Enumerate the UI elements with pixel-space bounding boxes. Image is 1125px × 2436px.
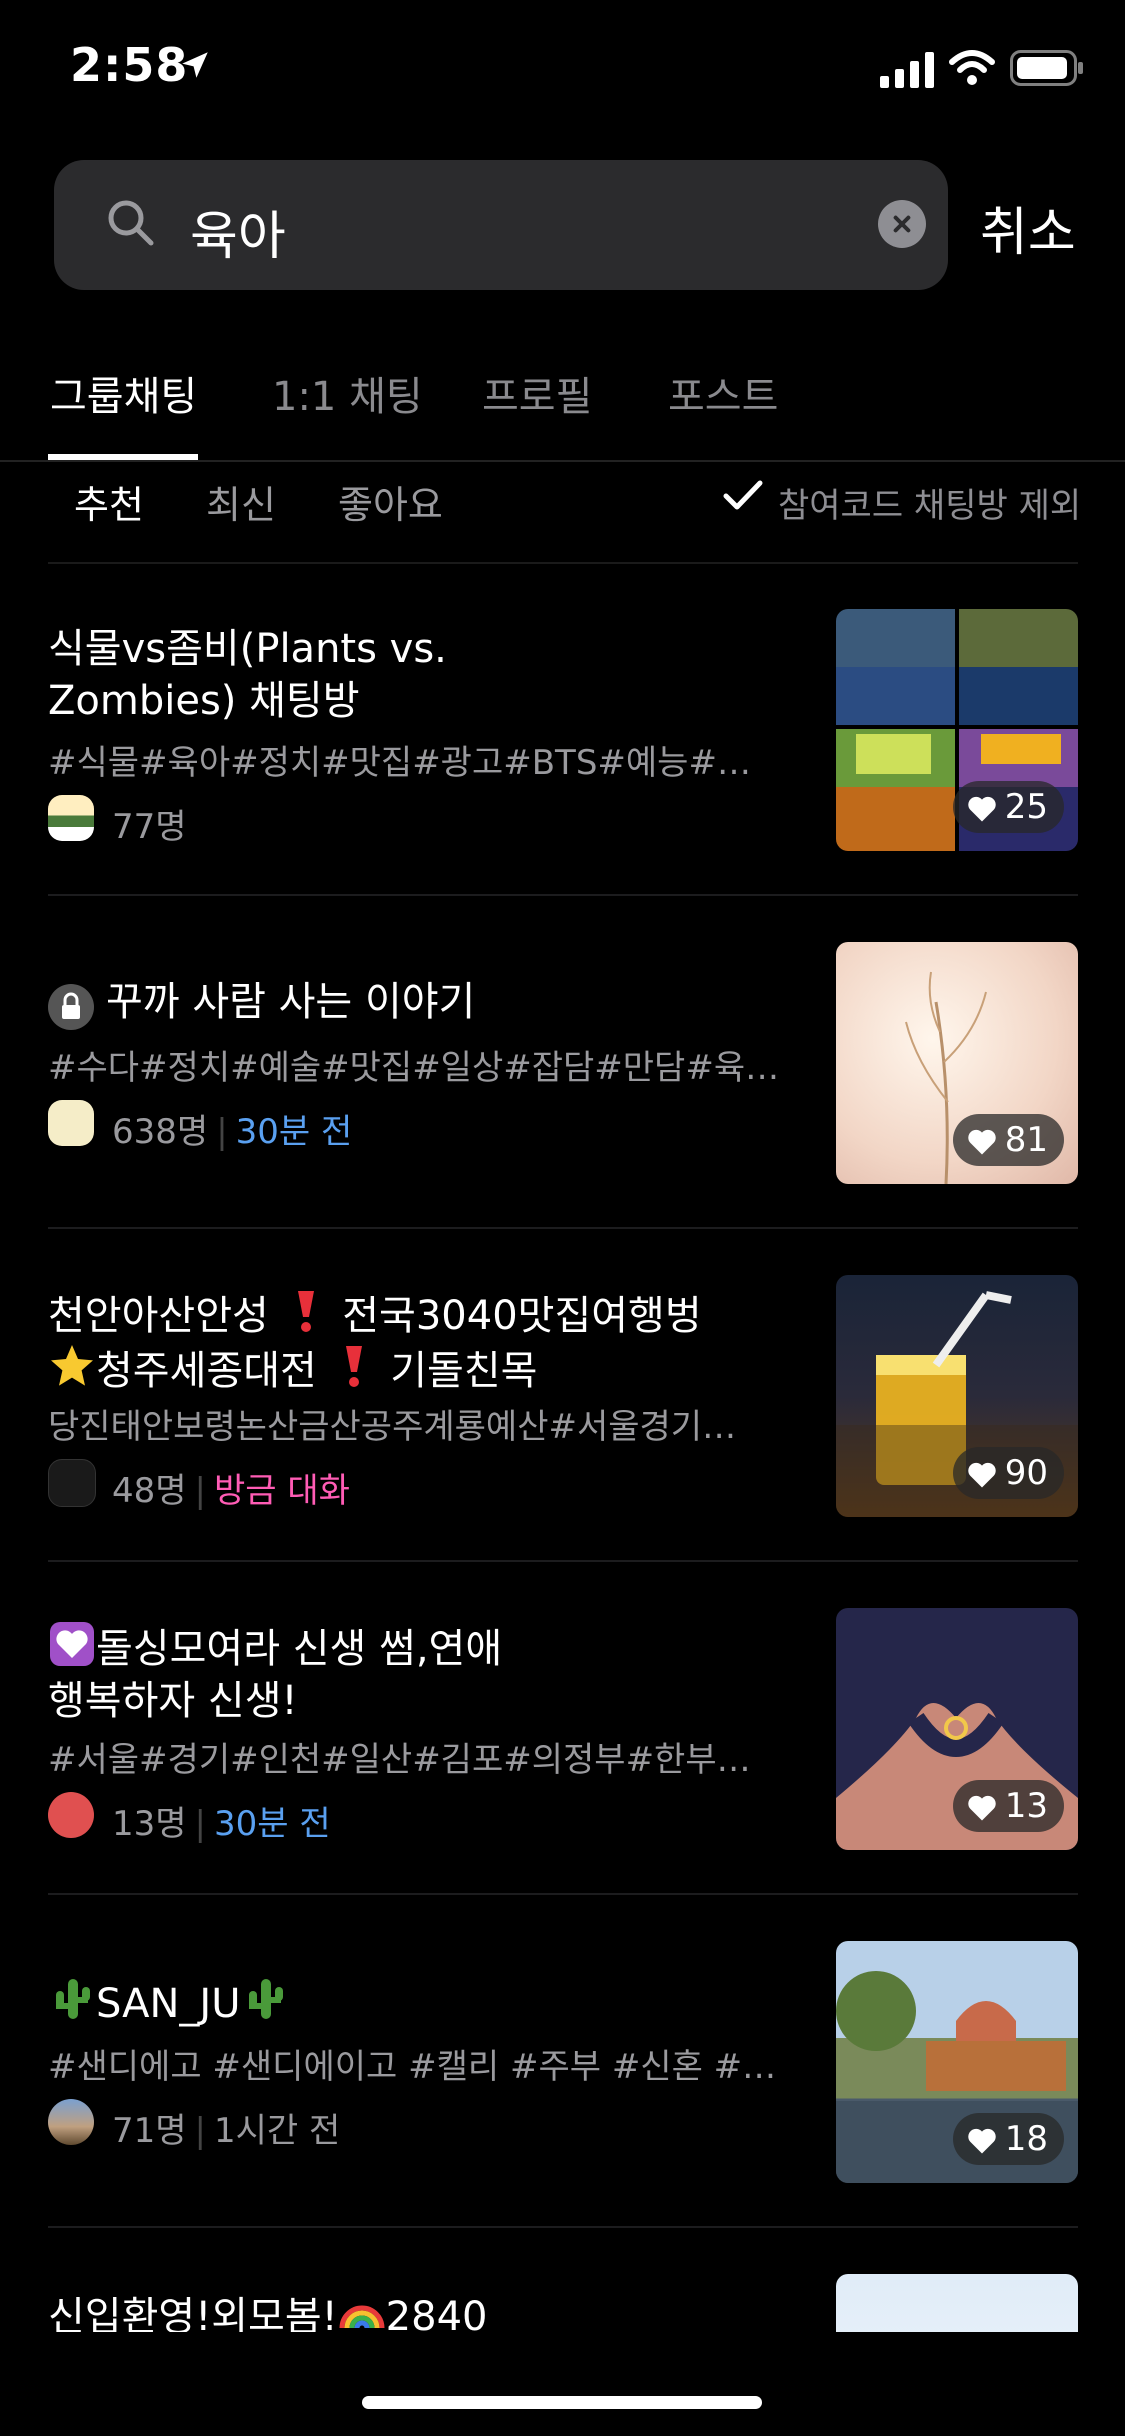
avatar [48,795,94,841]
heart-icon [968,1129,996,1154]
room-title: SAN_JU [48,1975,788,2030]
member-count: 77명 [112,807,187,847]
status-bar: 2:58 [0,0,1125,140]
member-count: 638명 [112,1112,209,1152]
purple-heart-icon [50,1622,94,1666]
room-thumbnail: 13 [836,1608,1078,1850]
room-title: 천안아산안성 전국3040맛집여행벙 청주세종대전 기돌친목 [48,1287,788,1397]
room-thumbnail [836,2274,1078,2332]
room-tags: #샌디에고 #샌디에이고 #캘리 #주부 #신혼 #… [48,2047,777,2087]
exclude-code-rooms-toggle[interactable]: 참여코드 채팅방 제외 [778,478,1081,527]
last-active-time: 30분 전 [214,1804,331,1844]
rainbow-icon [339,2305,385,2329]
filter-bar: 추천 최신 좋아요 참여코드 채팅방 제외 [0,468,1125,564]
filter-latest[interactable]: 최신 [206,474,276,529]
heart-icon [968,1462,996,1487]
member-count: 13명 [112,1804,187,1844]
like-badge: 18 [952,2113,1064,2165]
room-title: 식물vs좀비(Plants vs. Zombies) 채팅방 [48,626,447,724]
avatar [48,1459,96,1507]
room-tags: #식물#육아#정치#맛집#광고#BTS#예능#… [48,743,751,783]
checkmark-icon[interactable] [722,478,764,514]
member-count: 48명 [112,1471,187,1511]
cancel-button[interactable]: 취소 [980,190,1076,265]
chat-room-item[interactable]: 신입환영!외모봄! 2840 [0,2228,1125,2332]
tab-one-to-one-chat[interactable]: 1:1 채팅 [272,364,423,422]
cellular-signal-icon [880,52,934,88]
room-title: 꾸까 사람 사는 이야기 [48,976,788,1030]
location-arrow-icon [182,52,208,78]
like-badge: 90 [952,1447,1064,1499]
like-badge: 13 [952,1780,1064,1832]
room-title: 신입환영!외모봄! 2840 [48,2288,788,2332]
chat-room-item[interactable]: 식물vs좀비(Plants vs. Zombies) 채팅방 #식물#육아#정치… [0,563,1125,896]
like-badge: 81 [952,1114,1064,1166]
exclamation-icon [345,1346,362,1387]
filter-likes[interactable]: 좋아요 [338,474,443,529]
last-active-status: 방금 대화 [214,1471,350,1511]
room-thumbnail: 90 [836,1275,1078,1517]
cactus-icon [56,1979,90,2019]
status-time: 2:58 [70,38,189,92]
room-thumbnail: 18 [836,1941,1078,2183]
chat-room-item[interactable]: 천안아산안성 전국3040맛집여행벙 청주세종대전 기돌친목 당진태안보령논산금… [0,1229,1125,1562]
search-icon [108,200,154,246]
home-indicator[interactable] [362,2396,762,2409]
filter-recommended[interactable]: 추천 [74,474,144,529]
chat-room-item[interactable]: 꾸까 사람 사는 이야기 #수다#정치#예술#맛집#일상#잡담#만담#육… 63… [0,896,1125,1229]
wifi-icon [949,50,995,85]
chat-room-item[interactable]: SAN_JU #샌디에고 #샌디에이고 #캘리 #주부 #신혼 #… 71명 | 1… [0,1895,1125,2228]
room-tags: 당진태안보령논산금산공주계룡예산#서울경기… [48,1407,737,1447]
tab-post[interactable]: 포스트 [668,364,778,422]
lock-icon [48,984,94,1030]
clear-icon[interactable] [878,200,926,248]
like-badge: 25 [952,781,1064,833]
room-thumbnail: 25 [836,609,1078,851]
heart-icon [968,2128,996,2153]
heart-icon [968,796,996,821]
tab-profile[interactable]: 프로필 [482,364,592,422]
avatar [48,1792,94,1838]
member-count: 71명 [112,2111,187,2151]
avatar [48,2099,94,2145]
room-tags: #수다#정치#예술#맛집#일상#잡담#만담#육… [48,1048,780,1088]
star-icon [51,1345,93,1386]
exclamation-icon [297,1291,314,1332]
last-active-time: 1시간 전 [214,2111,341,2151]
cactus-icon [248,1979,283,2019]
heart-icon [968,1795,996,1820]
search-bar[interactable]: 육아 [54,160,948,290]
room-title: 돌싱모여라 신생 썸,연애 행복하자 신생! [48,1620,788,1727]
room-tags: #서울#경기#인천#일산#김포#의정부#한부… [48,1740,751,1780]
tab-bar: 그룹채팅 1:1 채팅 프로필 포스트 [0,350,1125,462]
search-input[interactable]: 육아 [190,194,286,269]
active-tab-indicator [48,454,198,460]
battery-icon [1010,50,1083,86]
tab-group-chat[interactable]: 그룹채팅 [50,364,197,422]
room-thumbnail: 81 [836,942,1078,1184]
avatar [48,1100,94,1146]
last-active-time: 30분 전 [235,1112,353,1152]
chat-room-item[interactable]: 돌싱모여라 신생 썸,연애 행복하자 신생! #서울#경기#인천#일산#김포#의… [0,1562,1125,1895]
